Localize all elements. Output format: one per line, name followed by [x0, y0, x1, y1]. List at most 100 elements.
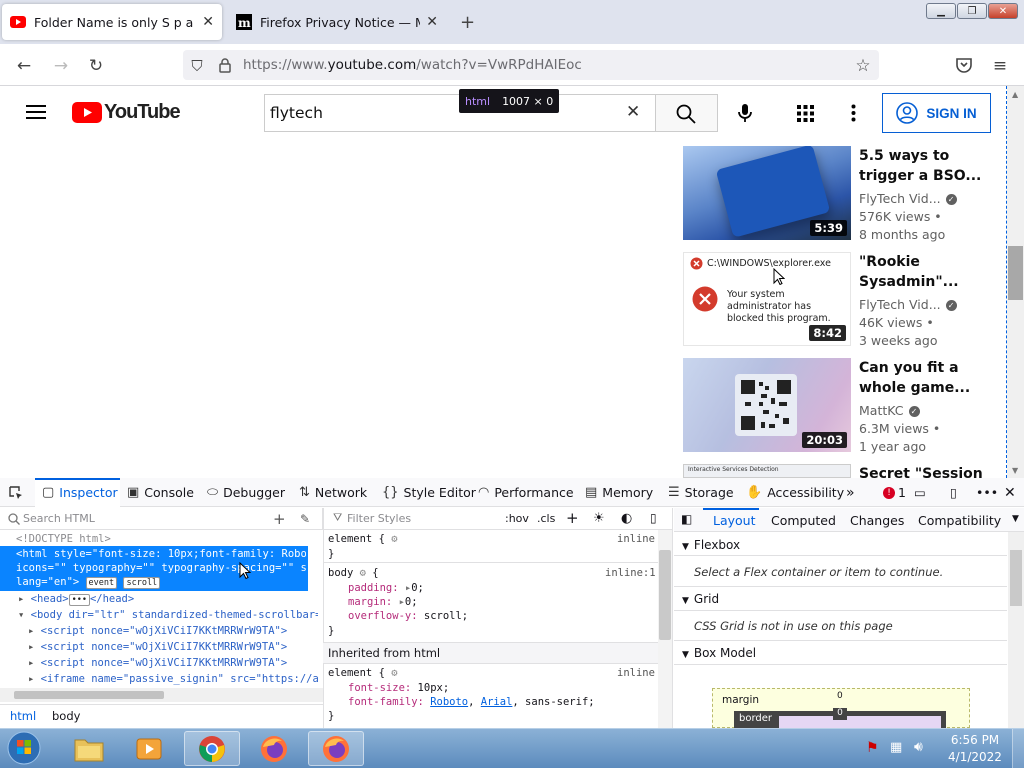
dark-theme-icon[interactable]: ◐ [621, 511, 632, 526]
video-title[interactable]: "Rookie Sysadmin"... [859, 252, 989, 292]
css-declaration[interactable]: overflow-y: scroll; [348, 610, 468, 622]
css-declaration[interactable]: padding: ▸0; [348, 582, 424, 594]
devtools-menu-icon[interactable]: ••• [976, 478, 998, 507]
box-model-padding[interactable] [779, 716, 941, 728]
iframe-node[interactable]: ▸ <iframe name="passive_signin" src="htt… [0, 672, 318, 687]
tab-network[interactable]: ⇅ Network [299, 478, 367, 507]
layout-scrollbar-thumb[interactable] [1010, 550, 1022, 606]
body-node[interactable]: ▾ <body dir="ltr" standardized-themed-sc… [0, 608, 318, 623]
rule-source[interactable]: inline [617, 667, 655, 679]
video-channel[interactable]: MattKC ✓ [859, 402, 920, 420]
clock-time[interactable]: 6:56 PM [946, 733, 1004, 747]
pocket-icon[interactable] [955, 57, 973, 73]
scroll-badge[interactable]: scroll [123, 577, 161, 589]
back-icon[interactable]: ← [13, 55, 35, 77]
menu-icon[interactable]: ≡ [989, 55, 1011, 77]
tab-computed[interactable]: Computed [771, 513, 836, 528]
taskbar-media-player[interactable] [121, 731, 177, 766]
start-button[interactable] [4, 729, 44, 767]
video-channel[interactable]: FlyTech Vid... ✓ [859, 190, 957, 208]
video-thumbnail[interactable]: 20:03 [683, 358, 851, 452]
tab-style-editor[interactable]: {} Style Editor [382, 478, 476, 507]
shield-icon[interactable]: ⛉ [186, 55, 208, 77]
page-scrollbar-thumb[interactable] [1008, 246, 1023, 300]
network-tray-icon[interactable]: ▦ [890, 740, 902, 755]
bookmark-star-icon[interactable]: ☆ [852, 55, 874, 77]
video-channel[interactable]: FlyTech Vid... ✓ [859, 296, 957, 314]
microphone-icon[interactable] [738, 103, 752, 123]
scroll-down-icon[interactable]: ▼ [1012, 466, 1018, 475]
markup-hscrollbar-thumb[interactable] [14, 691, 164, 699]
element-picker-icon[interactable] [8, 485, 24, 501]
url-text[interactable]: https://www.youtube.com/watch?v=VwRPdHAI… [243, 57, 582, 73]
css-declaration[interactable]: margin: ▸0; [348, 596, 418, 608]
tab-accessibility[interactable]: ✋ Accessibility [746, 478, 844, 507]
restore-icon[interactable]: ❐ [957, 3, 987, 19]
action-center-icon[interactable]: ⚑ [866, 740, 879, 756]
eyedropper-icon[interactable]: ✎ [300, 512, 310, 526]
filter-styles-input[interactable]: Filter Styles [347, 512, 411, 525]
toggle-sidebar-icon[interactable]: ◧ [681, 512, 692, 526]
apps-grid-icon[interactable] [797, 105, 814, 122]
script-node[interactable]: ▸ <script nonce="wOjXiVCiI7KKtMRRWrW9TA"… [0, 656, 318, 671]
tab-performance[interactable]: ◠ Performance [478, 478, 574, 507]
tab-storage[interactable]: ☰ Storage [668, 478, 734, 507]
tab-layout[interactable]: Layout [713, 513, 756, 528]
more-options-icon[interactable] [851, 104, 856, 122]
search-button[interactable] [655, 94, 718, 132]
tab-youtube[interactable]: Folder Name is only S p a c e ✕ [2, 4, 222, 40]
script-node[interactable]: ▸ <script nonce="wOjXiVCiI7KKtMRRWrW9TA"… [0, 624, 318, 639]
box-border-top-value[interactable]: 0 [833, 708, 847, 720]
tab-compatibility[interactable]: Compatibility [918, 513, 1001, 528]
grid-header[interactable]: ▼ Grid [682, 592, 719, 606]
scroll-up-icon[interactable]: ▲ [1012, 90, 1018, 99]
rules-scrollbar-thumb[interactable] [659, 550, 671, 640]
tab-console[interactable]: ▣ Console [127, 478, 194, 507]
close-tab-icon[interactable]: ✕ [202, 14, 214, 30]
cls-toggle[interactable]: .cls [537, 512, 555, 525]
show-desktop-button[interactable] [1012, 729, 1024, 768]
rule-selector[interactable]: element { ⚙ [328, 533, 398, 545]
taskbar-chrome[interactable] [184, 731, 240, 766]
video-title[interactable]: Can you fit a whole game... [859, 358, 989, 398]
video-title[interactable]: 5.5 ways to trigger a BSO... [859, 146, 989, 186]
doctype-line[interactable]: <!DOCTYPE html> [0, 532, 318, 547]
more-tabs-icon[interactable]: » [846, 478, 855, 507]
taskbar-firefox-active[interactable] [308, 731, 364, 766]
tab-debugger[interactable]: ⬭ Debugger [207, 478, 285, 507]
hamburger-menu-icon[interactable] [26, 104, 46, 120]
new-tab-icon[interactable]: + [460, 12, 475, 33]
split-console-icon[interactable]: ▭ [914, 478, 926, 507]
volume-icon[interactable]: 🔊︎ [914, 739, 923, 755]
box-model-header[interactable]: ▼ Box Model [682, 646, 756, 660]
tab-memory[interactable]: ▤ Memory [585, 478, 653, 507]
video-thumbnail[interactable]: Interactive Services Detection [683, 464, 851, 478]
close-tab-icon[interactable]: ✕ [426, 14, 438, 30]
taskbar-firefox[interactable] [246, 731, 302, 766]
close-devtools-icon[interactable]: ✕ [1004, 478, 1016, 507]
light-theme-icon[interactable]: ☀ [593, 511, 605, 526]
search-html-input[interactable]: Search HTML [23, 512, 95, 525]
add-rule-icon[interactable]: + [566, 509, 579, 527]
css-declaration[interactable]: font-size: 10px; [348, 682, 449, 694]
video-thumbnail[interactable]: 5:39 [683, 146, 851, 240]
close-window-icon[interactable]: ✕ [988, 3, 1018, 19]
clear-search-icon[interactable]: ✕ [626, 102, 640, 122]
rule-source[interactable]: inline:1 [605, 567, 656, 579]
video-thumbnail[interactable]: C:\WINDOWS\explorer.exe Your system admi… [683, 252, 851, 346]
tab-inspector[interactable]: ▢ Inspector [42, 478, 118, 507]
error-count-badge[interactable]: ! 1 [883, 478, 906, 507]
hov-toggle[interactable]: :hov [505, 512, 529, 525]
lock-icon[interactable] [218, 57, 232, 73]
reload-icon[interactable]: ↻ [85, 55, 107, 77]
taskbar-explorer[interactable] [61, 731, 117, 766]
box-margin-top-value[interactable]: 0 [837, 691, 843, 701]
css-declaration[interactable]: font-family: Roboto, Arial, sans-serif; [348, 696, 595, 708]
youtube-logo[interactable]: YouTube [72, 101, 181, 124]
tab-firefox-privacy[interactable]: m Firefox Privacy Notice — Mozilla ✕ [228, 4, 446, 40]
dock-icon[interactable]: ▯ [950, 478, 957, 507]
layout-tabs-dropdown-icon[interactable]: ▼ [1012, 514, 1019, 524]
add-node-icon[interactable]: + [273, 510, 286, 528]
breadcrumb-body[interactable]: body [52, 709, 80, 723]
breadcrumb-html[interactable]: html [10, 709, 36, 723]
